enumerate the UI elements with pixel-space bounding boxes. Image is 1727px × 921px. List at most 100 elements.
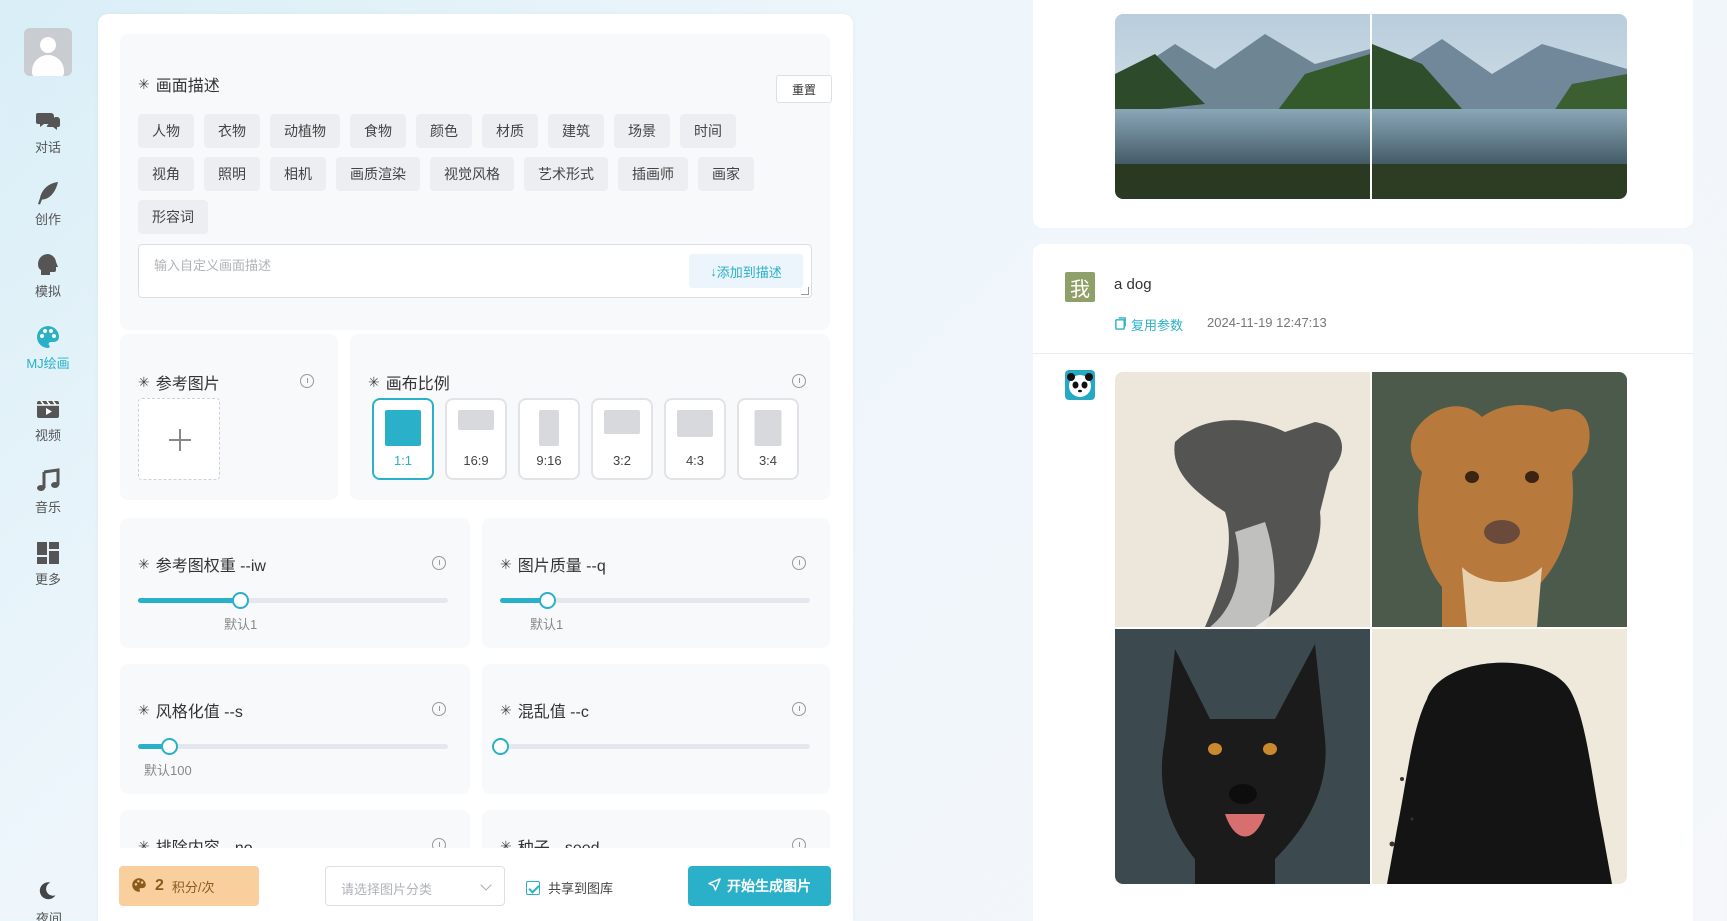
music-icon <box>35 468 61 494</box>
grid-icon <box>35 540 61 566</box>
asterisk-icon: ✳ <box>368 373 380 390</box>
tag-button[interactable]: 场景 <box>614 114 670 148</box>
info-icon[interactable] <box>432 556 446 570</box>
share-checkbox[interactable] <box>526 880 540 895</box>
tag-button[interactable]: 相机 <box>270 157 326 191</box>
tag-button[interactable]: 材质 <box>482 114 538 148</box>
head-icon <box>35 252 61 278</box>
copy-icon <box>1114 316 1127 333</box>
quality-default-note: 默认1 <box>530 617 564 632</box>
reuse-params-link[interactable]: 复用参数 <box>1114 315 1183 334</box>
nav-item-mj-drawing[interactable]: MJ绘画 <box>8 324 88 386</box>
quality-title: ✳ 图片质量 --q <box>500 555 606 576</box>
ratio-option-3-2[interactable]: 3:2 <box>591 398 653 480</box>
nav-item-music[interactable]: 音乐 <box>8 468 88 530</box>
chat-message-card: 我 a dog 复用参数 2024-11-19 12:47:13 <box>1033 244 1693 921</box>
canvas-ratio-title: ✳ 画布比例 <box>368 373 450 394</box>
nav-item-more[interactable]: 更多 <box>8 540 88 602</box>
info-icon[interactable] <box>432 702 446 716</box>
message-timestamp: 2024-11-19 12:47:13 <box>1207 315 1327 330</box>
stylize-title: ✳ 风格化值 --s <box>138 701 243 722</box>
info-icon[interactable] <box>792 374 806 388</box>
reset-button[interactable]: 重置 <box>776 75 832 103</box>
share-to-gallery-toggle[interactable]: 共享到图库 <box>526 878 613 897</box>
send-icon <box>708 878 721 894</box>
asterisk-icon: ✳ <box>138 701 150 718</box>
previous-result-card <box>1033 0 1693 228</box>
ratio-option-9-16[interactable]: 9:16 <box>518 398 580 480</box>
tag-button[interactable]: 人物 <box>138 114 194 148</box>
slider-handle[interactable] <box>232 592 250 609</box>
slider-handle[interactable] <box>492 738 509 755</box>
user-badge: 我 <box>1065 272 1095 302</box>
nav-item-simulate[interactable]: 模拟 <box>8 252 88 314</box>
description-card: ✳ 画面描述 重置 人物 衣物 动植物 食物 颜色 材质 建筑 场景 时间 视角… <box>120 34 832 330</box>
resize-handle-icon[interactable] <box>801 287 809 295</box>
nav-item-video[interactable]: 视频 <box>8 396 88 458</box>
moon-icon[interactable] <box>36 880 62 906</box>
divider <box>1033 353 1693 354</box>
sidebar: 对话 创作 模拟 MJ绘画 视频 音乐 更多 <box>0 0 96 921</box>
tag-button[interactable]: 建筑 <box>548 114 604 148</box>
iw-card: ✳ 参考图权重 --iw 默认1 <box>120 518 470 648</box>
upload-reference-button[interactable] <box>138 398 220 480</box>
landscape-image-grid[interactable] <box>1115 14 1627 199</box>
night-mode-label: 夜间 <box>36 911 63 921</box>
slider-handle[interactable] <box>161 738 178 755</box>
bot-avatar <box>1065 370 1095 400</box>
video-icon <box>35 396 61 422</box>
info-icon[interactable] <box>792 556 806 570</box>
quality-slider[interactable] <box>500 592 810 609</box>
ratio-option-16-9[interactable]: 16:9 <box>445 398 507 480</box>
iw-slider[interactable] <box>138 592 448 609</box>
ratio-option-4-3[interactable]: 4:3 <box>664 398 726 480</box>
dog-image-grid[interactable] <box>1115 372 1627 884</box>
ratio-option-1-1[interactable]: 1:1 <box>372 398 434 480</box>
tag-button[interactable]: 衣物 <box>204 114 260 148</box>
nav-item-chat[interactable]: 对话 <box>8 108 88 170</box>
slider-handle[interactable] <box>538 592 556 609</box>
tag-button[interactable]: 视角 <box>138 157 194 191</box>
iw-default-note: 默认1 <box>224 617 258 632</box>
asterisk-icon: ✳ <box>500 555 512 572</box>
feather-icon <box>35 180 61 206</box>
asterisk-icon: ✳ <box>138 555 150 572</box>
ratio-option-3-4[interactable]: 3:4 <box>737 398 799 480</box>
palette-icon <box>35 324 61 350</box>
info-icon[interactable] <box>300 374 314 388</box>
tag-button[interactable]: 形容词 <box>138 200 208 234</box>
nav-item-create[interactable]: 创作 <box>8 180 88 242</box>
tag-button[interactable]: 插画师 <box>618 157 688 191</box>
add-to-description-button[interactable]: ↓ 添加到描述 <box>689 254 803 288</box>
chevron-down-icon <box>480 879 492 891</box>
iw-title: ✳ 参考图权重 --iw <box>138 555 266 576</box>
stylize-slider[interactable] <box>138 738 448 755</box>
user-avatar[interactable] <box>24 28 72 76</box>
tag-button[interactable]: 艺术形式 <box>524 157 608 191</box>
generate-image-button[interactable]: 开始生成图片 <box>688 866 831 906</box>
bottom-action-bar: 2 积分/次 请选择图片分类 共享到图库 开始生成图片 <box>98 848 853 907</box>
stylize-default-note: 默认100 <box>144 763 192 778</box>
tag-button[interactable]: 视觉风格 <box>430 157 514 191</box>
asterisk-icon: ✳ <box>138 373 150 390</box>
palette-icon <box>131 877 147 896</box>
chaos-slider[interactable] <box>492 738 810 755</box>
tag-button[interactable]: 画质渲染 <box>336 157 420 191</box>
asterisk-icon: ✳ <box>138 75 150 92</box>
tag-button[interactable]: 食物 <box>350 114 406 148</box>
tag-button[interactable]: 动植物 <box>270 114 340 148</box>
chaos-card: ✳ 混乱值 --c <box>482 664 830 794</box>
points-cost-badge: 2 积分/次 <box>119 866 259 906</box>
tag-button[interactable]: 画家 <box>698 157 754 191</box>
tag-button[interactable]: 颜色 <box>416 114 472 148</box>
custom-description-input[interactable]: 输入自定义画面描述 ↓ 添加到描述 <box>138 244 812 298</box>
tag-button[interactable]: 时间 <box>680 114 736 148</box>
image-category-select[interactable]: 请选择图片分类 <box>325 866 505 906</box>
tag-button[interactable]: 照明 <box>204 157 260 191</box>
chat-icon <box>35 108 61 134</box>
info-icon[interactable] <box>792 702 806 716</box>
prompt-text: a dog <box>1114 276 1152 293</box>
quality-card: ✳ 图片质量 --q 默认1 <box>482 518 830 648</box>
asterisk-icon: ✳ <box>500 701 512 718</box>
description-title: ✳ 画面描述 <box>138 75 220 96</box>
